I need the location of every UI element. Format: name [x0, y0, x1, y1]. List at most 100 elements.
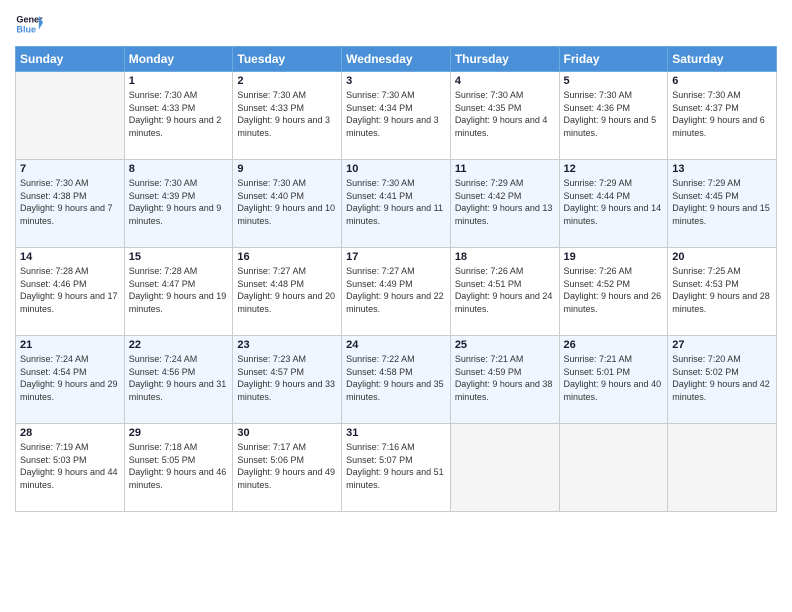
- sunrise-label: Sunrise: 7:30 AM: [237, 178, 306, 188]
- sunrise-label: Sunrise: 7:22 AM: [346, 354, 415, 364]
- sunrise-label: Sunrise: 7:30 AM: [346, 90, 415, 100]
- day-info: Sunrise: 7:30 AM Sunset: 4:39 PM Dayligh…: [129, 177, 229, 227]
- day-info: Sunrise: 7:29 AM Sunset: 4:44 PM Dayligh…: [564, 177, 664, 227]
- day-number: 22: [129, 339, 229, 351]
- calendar-week-3: 14 Sunrise: 7:28 AM Sunset: 4:46 PM Dayl…: [16, 248, 777, 336]
- logo: General Blue: [15, 10, 43, 38]
- sunset-label: Sunset: 5:05 PM: [129, 455, 196, 465]
- calendar-cell: 13 Sunrise: 7:29 AM Sunset: 4:45 PM Dayl…: [668, 160, 777, 248]
- daylight-label: Daylight: 9 hours and 42 minutes.: [672, 379, 770, 402]
- daylight-label: Daylight: 9 hours and 15 minutes.: [672, 203, 770, 226]
- calendar-cell: 17 Sunrise: 7:27 AM Sunset: 4:49 PM Dayl…: [342, 248, 451, 336]
- calendar-cell: 6 Sunrise: 7:30 AM Sunset: 4:37 PM Dayli…: [668, 72, 777, 160]
- day-number: 7: [20, 163, 120, 175]
- sunset-label: Sunset: 4:34 PM: [346, 103, 413, 113]
- sunset-label: Sunset: 4:48 PM: [237, 279, 304, 289]
- sunset-label: Sunset: 4:54 PM: [20, 367, 87, 377]
- calendar-cell: 11 Sunrise: 7:29 AM Sunset: 4:42 PM Dayl…: [450, 160, 559, 248]
- sunset-label: Sunset: 5:02 PM: [672, 367, 739, 377]
- calendar-cell: 26 Sunrise: 7:21 AM Sunset: 5:01 PM Dayl…: [559, 336, 668, 424]
- daylight-label: Daylight: 9 hours and 33 minutes.: [237, 379, 335, 402]
- day-info: Sunrise: 7:30 AM Sunset: 4:38 PM Dayligh…: [20, 177, 120, 227]
- daylight-label: Daylight: 9 hours and 7 minutes.: [20, 203, 113, 226]
- day-number: 18: [455, 251, 555, 263]
- day-number: 13: [672, 163, 772, 175]
- daylight-label: Daylight: 9 hours and 13 minutes.: [455, 203, 553, 226]
- daylight-label: Daylight: 9 hours and 44 minutes.: [20, 467, 118, 490]
- calendar-cell: 31 Sunrise: 7:16 AM Sunset: 5:07 PM Dayl…: [342, 424, 451, 512]
- sunset-label: Sunset: 4:44 PM: [564, 191, 631, 201]
- sunrise-label: Sunrise: 7:19 AM: [20, 442, 89, 452]
- day-header-tuesday: Tuesday: [233, 47, 342, 72]
- sunrise-label: Sunrise: 7:30 AM: [455, 90, 524, 100]
- sunset-label: Sunset: 4:45 PM: [672, 191, 739, 201]
- sunrise-label: Sunrise: 7:30 AM: [564, 90, 633, 100]
- calendar-cell: 14 Sunrise: 7:28 AM Sunset: 4:46 PM Dayl…: [16, 248, 125, 336]
- day-number: 17: [346, 251, 446, 263]
- sunrise-label: Sunrise: 7:24 AM: [20, 354, 89, 364]
- day-info: Sunrise: 7:19 AM Sunset: 5:03 PM Dayligh…: [20, 441, 120, 491]
- calendar-cell: 25 Sunrise: 7:21 AM Sunset: 4:59 PM Dayl…: [450, 336, 559, 424]
- day-number: 26: [564, 339, 664, 351]
- sunrise-label: Sunrise: 7:20 AM: [672, 354, 741, 364]
- sunset-label: Sunset: 5:07 PM: [346, 455, 413, 465]
- sunrise-label: Sunrise: 7:26 AM: [564, 266, 633, 276]
- daylight-label: Daylight: 9 hours and 26 minutes.: [564, 291, 662, 314]
- daylight-label: Daylight: 9 hours and 9 minutes.: [129, 203, 222, 226]
- daylight-label: Daylight: 9 hours and 24 minutes.: [455, 291, 553, 314]
- sunset-label: Sunset: 4:59 PM: [455, 367, 522, 377]
- calendar-cell: [450, 424, 559, 512]
- sunset-label: Sunset: 4:37 PM: [672, 103, 739, 113]
- calendar-cell: 22 Sunrise: 7:24 AM Sunset: 4:56 PM Dayl…: [124, 336, 233, 424]
- sunrise-label: Sunrise: 7:18 AM: [129, 442, 198, 452]
- day-info: Sunrise: 7:21 AM Sunset: 5:01 PM Dayligh…: [564, 353, 664, 403]
- calendar-cell: [559, 424, 668, 512]
- daylight-label: Daylight: 9 hours and 51 minutes.: [346, 467, 444, 490]
- sunrise-label: Sunrise: 7:27 AM: [346, 266, 415, 276]
- day-info: Sunrise: 7:30 AM Sunset: 4:40 PM Dayligh…: [237, 177, 337, 227]
- day-info: Sunrise: 7:23 AM Sunset: 4:57 PM Dayligh…: [237, 353, 337, 403]
- day-number: 12: [564, 163, 664, 175]
- daylight-label: Daylight: 9 hours and 31 minutes.: [129, 379, 227, 402]
- sunrise-label: Sunrise: 7:27 AM: [237, 266, 306, 276]
- sunrise-label: Sunrise: 7:30 AM: [672, 90, 741, 100]
- daylight-label: Daylight: 9 hours and 3 minutes.: [237, 115, 330, 138]
- day-number: 25: [455, 339, 555, 351]
- calendar-cell: 15 Sunrise: 7:28 AM Sunset: 4:47 PM Dayl…: [124, 248, 233, 336]
- sunset-label: Sunset: 4:38 PM: [20, 191, 87, 201]
- calendar-cell: 9 Sunrise: 7:30 AM Sunset: 4:40 PM Dayli…: [233, 160, 342, 248]
- calendar-cell: [668, 424, 777, 512]
- day-number: 15: [129, 251, 229, 263]
- calendar-cell: 24 Sunrise: 7:22 AM Sunset: 4:58 PM Dayl…: [342, 336, 451, 424]
- day-number: 11: [455, 163, 555, 175]
- day-number: 29: [129, 427, 229, 439]
- day-number: 4: [455, 75, 555, 87]
- daylight-label: Daylight: 9 hours and 2 minutes.: [129, 115, 222, 138]
- day-header-wednesday: Wednesday: [342, 47, 451, 72]
- sunrise-label: Sunrise: 7:25 AM: [672, 266, 741, 276]
- daylight-label: Daylight: 9 hours and 35 minutes.: [346, 379, 444, 402]
- day-info: Sunrise: 7:26 AM Sunset: 4:51 PM Dayligh…: [455, 265, 555, 315]
- svg-text:Blue: Blue: [16, 24, 36, 34]
- calendar-cell: 18 Sunrise: 7:26 AM Sunset: 4:51 PM Dayl…: [450, 248, 559, 336]
- sunrise-label: Sunrise: 7:30 AM: [129, 90, 198, 100]
- sunset-label: Sunset: 4:57 PM: [237, 367, 304, 377]
- daylight-label: Daylight: 9 hours and 17 minutes.: [20, 291, 118, 314]
- daylight-label: Daylight: 9 hours and 14 minutes.: [564, 203, 662, 226]
- day-number: 28: [20, 427, 120, 439]
- daylight-label: Daylight: 9 hours and 20 minutes.: [237, 291, 335, 314]
- calendar-table: SundayMondayTuesdayWednesdayThursdayFrid…: [15, 46, 777, 512]
- daylight-label: Daylight: 9 hours and 46 minutes.: [129, 467, 227, 490]
- calendar-cell: 3 Sunrise: 7:30 AM Sunset: 4:34 PM Dayli…: [342, 72, 451, 160]
- day-info: Sunrise: 7:30 AM Sunset: 4:33 PM Dayligh…: [129, 89, 229, 139]
- day-number: 19: [564, 251, 664, 263]
- sunset-label: Sunset: 4:33 PM: [129, 103, 196, 113]
- sunset-label: Sunset: 4:51 PM: [455, 279, 522, 289]
- sunrise-label: Sunrise: 7:30 AM: [20, 178, 89, 188]
- sunset-label: Sunset: 5:06 PM: [237, 455, 304, 465]
- calendar-cell: 12 Sunrise: 7:29 AM Sunset: 4:44 PM Dayl…: [559, 160, 668, 248]
- day-number: 27: [672, 339, 772, 351]
- sunset-label: Sunset: 4:49 PM: [346, 279, 413, 289]
- header: General Blue: [15, 10, 777, 38]
- sunrise-label: Sunrise: 7:30 AM: [237, 90, 306, 100]
